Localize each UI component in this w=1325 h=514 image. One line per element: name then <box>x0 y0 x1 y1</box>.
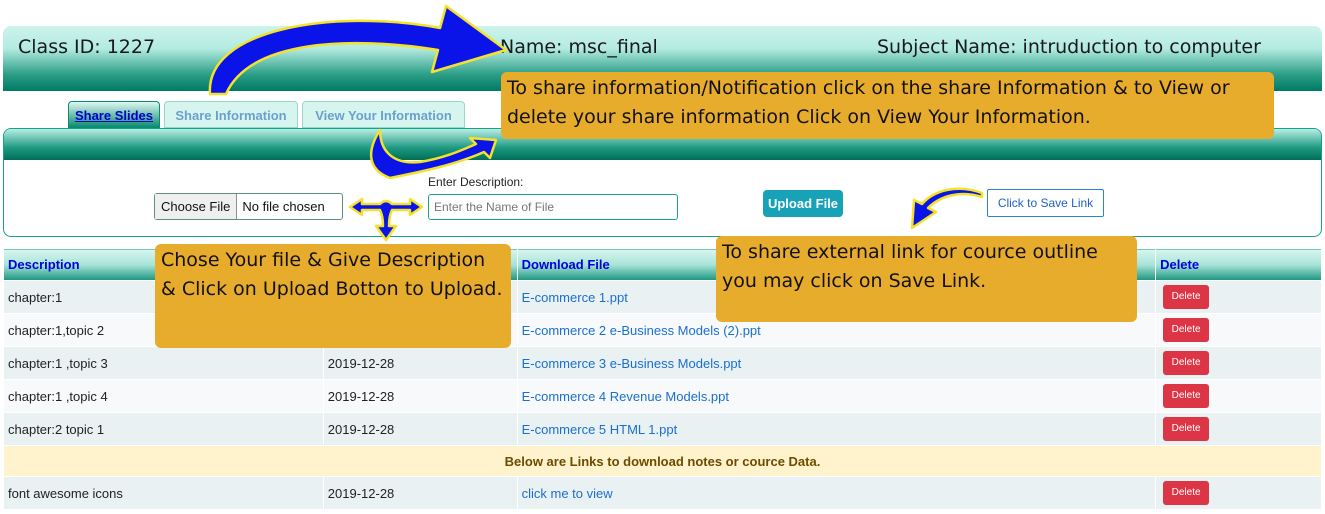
upload-help-callout: Chose Your file & Give Description & Cli… <box>155 244 511 348</box>
class-name: Name: msc_final <box>500 36 658 58</box>
row-description: chapter:1 ,topic 4 <box>3 379 324 413</box>
upload-file-button[interactable]: Upload File <box>763 190 843 217</box>
choose-file-button[interactable]: Choose File <box>155 194 238 219</box>
column-header-delete: Delete <box>1155 248 1322 281</box>
download-link[interactable]: E-commerce 5 HTML 1.ppt <box>522 422 678 437</box>
delete-button[interactable]: Delete <box>1163 351 1210 375</box>
row-description: chapter:1 ,topic 3 <box>3 346 324 380</box>
description-input[interactable] <box>428 194 678 220</box>
table-row: chapter:2 topic 1 2019-12-28 E-commerce … <box>3 412 1322 446</box>
download-link[interactable]: E-commerce 4 Revenue Models.ppt <box>522 389 729 404</box>
upload-panel: Choose File No file chosen Enter Descrip… <box>3 128 1322 237</box>
download-link[interactable]: E-commerce 3 e-Business Models.ppt <box>522 356 742 371</box>
row-date: 2019-12-28 <box>322 412 518 446</box>
tab-share-slides[interactable]: Share Slides <box>68 101 160 128</box>
description-label: Enter Description: <box>428 175 524 189</box>
subject-name: Subject Name: intruduction to computer <box>877 36 1261 58</box>
share-info-callout: To share information/Notification click … <box>501 72 1274 139</box>
links-notice: Below are Links to download notes or cou… <box>3 445 1322 477</box>
file-status: No file chosen <box>242 199 325 214</box>
file-chooser[interactable]: Choose File No file chosen <box>154 193 343 220</box>
save-link-help-callout: To share external link for cource outlin… <box>716 236 1137 322</box>
class-id: Class ID: 1227 <box>18 36 156 58</box>
save-link-button[interactable]: Click to Save Link <box>987 189 1104 217</box>
download-link[interactable]: E-commerce 2 e-Business Models (2).ppt <box>522 323 761 338</box>
delete-button[interactable]: Delete <box>1163 417 1210 441</box>
row-description: font awesome icons <box>3 476 324 510</box>
tab-view-your-information[interactable]: View Your Information <box>302 101 465 128</box>
download-link[interactable]: E-commerce 1.ppt <box>522 290 628 305</box>
view-link[interactable]: click me to view <box>522 486 613 501</box>
row-description: chapter:2 topic 1 <box>3 412 324 446</box>
delete-button[interactable]: Delete <box>1163 285 1210 309</box>
tab-share-information[interactable]: Share Information <box>164 101 298 128</box>
row-date: 2019-12-28 <box>322 476 518 510</box>
delete-button[interactable]: Delete <box>1163 384 1210 408</box>
links-notice-row: Below are Links to download notes or cou… <box>3 445 1322 477</box>
row-date: 2019-12-28 <box>322 346 518 380</box>
table-row: chapter:1 ,topic 4 2019-12-28 E-commerce… <box>3 379 1322 413</box>
delete-button[interactable]: Delete <box>1163 481 1210 505</box>
delete-button[interactable]: Delete <box>1163 318 1210 342</box>
table-row: font awesome icons 2019-12-28 click me t… <box>3 476 1322 510</box>
row-date: 2019-12-28 <box>322 379 518 413</box>
table-row: chapter:1 ,topic 3 2019-12-28 E-commerce… <box>3 346 1322 380</box>
